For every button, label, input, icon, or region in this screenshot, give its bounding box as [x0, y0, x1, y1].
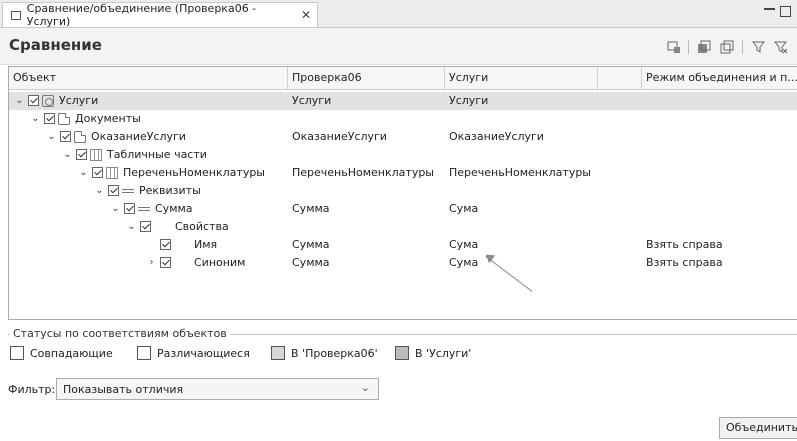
chevron-right-icon[interactable]: › — [147, 258, 156, 268]
chevron-down-icon[interactable]: ⌄ — [127, 222, 136, 232]
merge-mode-value[interactable]: Взять справа — [646, 236, 723, 254]
tree-node-label: Имя — [194, 238, 218, 251]
attribute-icon — [138, 207, 150, 211]
left-value: Сумма — [292, 256, 330, 269]
tree-node-label: Сумма — [155, 202, 193, 215]
tree-row[interactable]: ⌄ ПереченьНоменклатуры ПереченьНоменклат… — [9, 164, 797, 182]
comparison-tree[interactable]: Объект Проверка06 Услуги Режим объединен… — [8, 66, 797, 320]
status-legend-title: Статусы по соответствиям объектов — [10, 327, 230, 340]
left-value: ОказаниеУслуги — [292, 130, 387, 143]
checkbox[interactable] — [92, 167, 103, 178]
tree-row[interactable]: ⌄ Табличные части — [9, 146, 797, 164]
checkbox[interactable] — [76, 149, 87, 160]
documents-icon — [58, 113, 70, 125]
tree-row[interactable]: ⌄ ОказаниеУслуги ОказаниеУслуги Оказание… — [9, 128, 797, 146]
status-label-right-only: В 'Услуги' — [415, 347, 472, 360]
checkbox[interactable] — [160, 239, 171, 250]
minimize-icon[interactable] — [764, 8, 775, 12]
chevron-down-icon[interactable]: ⌄ — [15, 96, 24, 106]
checkbox[interactable] — [108, 185, 119, 196]
editor-tab[interactable]: Сравнение/объединение (Проверка06 - Услу… — [2, 2, 318, 28]
checkbox[interactable] — [60, 131, 71, 142]
checkbox[interactable] — [160, 257, 171, 268]
tree-row[interactable]: ⌄ Свойства — [9, 218, 797, 236]
status-color-different — [137, 346, 151, 360]
page-title: Сравнение — [9, 36, 102, 54]
editor-tab-title: Сравнение/объединение (Проверка06 - Услу… — [26, 2, 257, 28]
maximize-icon[interactable] — [780, 6, 791, 17]
filter-value: Показывать отличия — [63, 383, 184, 396]
checkbox[interactable] — [44, 113, 55, 124]
chevron-down-icon[interactable]: ⌄ — [31, 114, 40, 124]
right-value: ПереченьНоменклатуры — [449, 166, 591, 179]
document-icon — [74, 131, 86, 143]
right-value: ОказаниеУслуги — [449, 130, 544, 143]
right-value: Сума — [449, 256, 479, 269]
tree-node-label: Синоним — [194, 256, 246, 269]
tree-node-label: Свойства — [175, 220, 229, 233]
chevron-down-icon[interactable]: ⌄ — [95, 186, 104, 196]
window-icon — [11, 10, 21, 20]
filter-select[interactable]: Показывать отличия ⌄ — [56, 378, 379, 400]
filter-label: Фильтр: — [8, 383, 56, 396]
column-merge-mode[interactable]: Режим объединения и п... — [642, 67, 797, 89]
expand-all-icon[interactable] — [697, 40, 711, 54]
left-value: Сумма — [292, 238, 330, 251]
editor-tab-bar: Сравнение/объединение (Проверка06 - Услу… — [0, 0, 797, 28]
checkbox[interactable] — [140, 221, 151, 232]
configuration-icon — [42, 95, 54, 107]
status-label-left-only: В 'Проверка06' — [291, 347, 378, 360]
chevron-down-icon[interactable]: ⌄ — [47, 132, 56, 142]
filter-icon[interactable] — [752, 40, 766, 54]
tree-row[interactable]: ⌄ Сумма Сумма Сума — [9, 200, 797, 218]
checkbox[interactable] — [28, 95, 39, 106]
column-right-config[interactable]: Услуги — [445, 67, 598, 89]
compare-header: Сравнение — [0, 28, 797, 65]
tree-row[interactable]: › Синоним Сумма Сума Взять справа — [9, 254, 797, 272]
tree-node-label: Документы — [75, 112, 141, 125]
checkbox[interactable] — [124, 203, 135, 214]
right-value: Услуги — [449, 94, 489, 107]
chevron-down-icon[interactable]: ⌄ — [63, 150, 72, 160]
table-icon — [106, 167, 118, 179]
left-value: Услуги — [292, 94, 332, 107]
tree-node-label: ОказаниеУслуги — [91, 130, 186, 143]
collapse-all-icon[interactable] — [720, 40, 734, 54]
chevron-down-icon[interactable]: ⌄ — [79, 168, 88, 178]
chevron-down-icon: ⌄ — [360, 381, 370, 394]
column-empty[interactable] — [598, 67, 642, 89]
tree-row[interactable]: ⌄ Услуги Услуги Услуги — [9, 92, 797, 110]
tree-node-label: Табличные части — [107, 148, 207, 161]
column-left-config[interactable]: Проверка06 — [288, 67, 445, 89]
tree-row[interactable]: Имя Сумма Сума Взять справа — [9, 236, 797, 254]
tree-header: Объект Проверка06 Услуги Режим объединен… — [9, 67, 797, 90]
left-value: Сумма — [292, 202, 330, 215]
tree-node-label: Реквизиты — [139, 184, 201, 197]
right-value: Сума — [449, 202, 479, 215]
status-color-matching — [10, 346, 24, 360]
table-icon — [90, 149, 102, 161]
column-object[interactable]: Объект — [9, 67, 288, 89]
close-tab-icon[interactable]: ✕ — [301, 8, 311, 22]
tree-node-label: ПереченьНоменклатуры — [123, 166, 265, 179]
status-label-matching: Совпадающие — [30, 347, 113, 360]
left-value: ПереченьНоменклатуры — [292, 166, 434, 179]
status-legend-group: Статусы по соответствиям объектов Совпад… — [8, 327, 797, 367]
tree-node-label: Услуги — [59, 94, 99, 107]
merge-button[interactable]: Объединить — [719, 417, 797, 439]
status-color-right-only — [395, 346, 409, 360]
chevron-down-icon[interactable]: ⌄ — [111, 204, 120, 214]
right-value: Сума — [449, 238, 479, 251]
merge-mode-value[interactable]: Взять справа — [646, 254, 723, 272]
tree-row[interactable]: ⌄ Документы — [9, 110, 797, 128]
clear-filter-icon[interactable] — [774, 40, 788, 54]
tree-row[interactable]: ⌄ Реквизиты — [9, 182, 797, 200]
compare-settings-icon[interactable] — [667, 40, 681, 54]
status-color-left-only — [271, 346, 285, 360]
attribute-icon — [122, 189, 134, 193]
status-label-different: Различающиеся — [157, 347, 250, 360]
